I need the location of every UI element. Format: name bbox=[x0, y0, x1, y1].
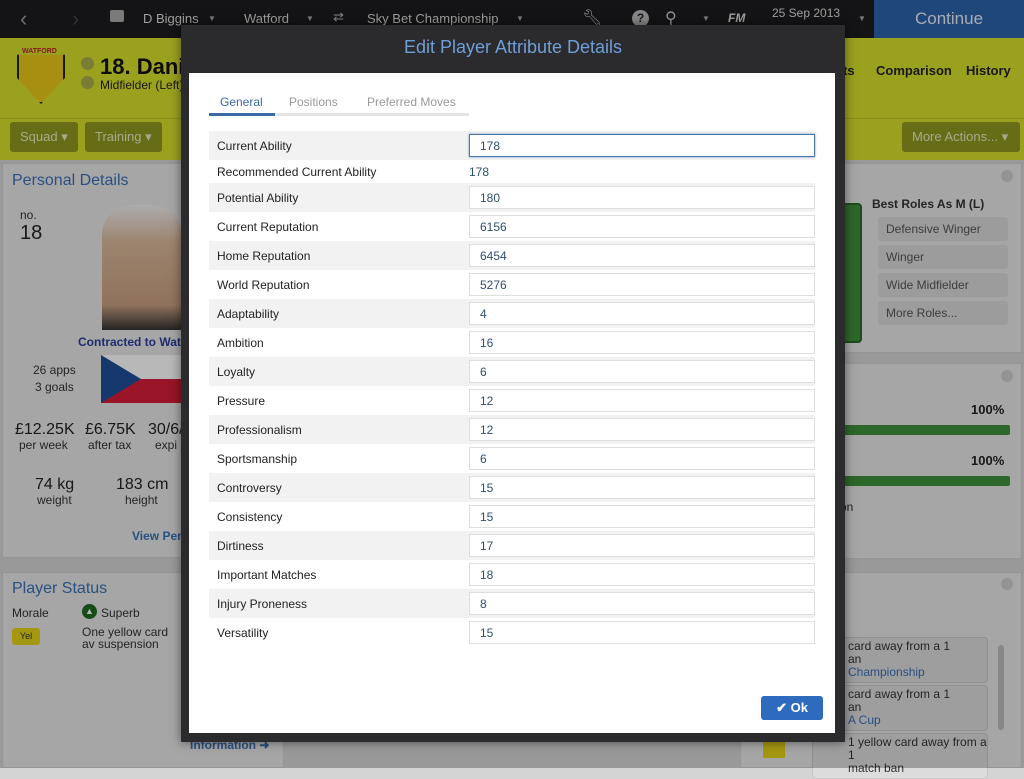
attribute-input[interactable]: 6 bbox=[469, 360, 815, 383]
attribute-input[interactable]: 6454 bbox=[469, 244, 815, 267]
attribute-label: Recommended Current Ability bbox=[217, 165, 377, 179]
attribute-label: Home Reputation bbox=[217, 249, 311, 263]
attribute-row: Professionalism 12 bbox=[209, 415, 815, 444]
attribute-row: Dirtiness 17 bbox=[209, 531, 815, 560]
attribute-row: Current Ability 178 bbox=[209, 131, 815, 160]
attribute-label: Pressure bbox=[217, 394, 266, 408]
attribute-value: 178 bbox=[469, 165, 490, 179]
attribute-input[interactable]: 5276 bbox=[469, 273, 815, 296]
attribute-input[interactable]: 180 bbox=[469, 186, 815, 209]
attribute-label: Current Ability bbox=[217, 139, 292, 153]
attribute-row: Controversy 15 bbox=[209, 473, 815, 502]
attribute-row: Adaptability 4 bbox=[209, 299, 815, 328]
attribute-label: World Reputation bbox=[217, 278, 310, 292]
attribute-label: Versatility bbox=[217, 626, 269, 640]
attribute-row: Injury Proneness 8 bbox=[209, 589, 815, 618]
tab-positions[interactable]: Positions bbox=[289, 95, 338, 109]
attribute-row: Current Reputation 6156 bbox=[209, 212, 815, 241]
attribute-label: Sportsmanship bbox=[217, 452, 298, 466]
attribute-label: Ambition bbox=[217, 336, 264, 350]
attribute-row: Versatility 15 bbox=[209, 618, 815, 647]
attribute-label: Potential Ability bbox=[217, 191, 299, 205]
attribute-input[interactable]: 6156 bbox=[469, 215, 815, 238]
attribute-input[interactable]: 178 bbox=[469, 134, 815, 157]
attribute-input[interactable]: 17 bbox=[469, 534, 815, 557]
attribute-label: Loyalty bbox=[217, 365, 256, 379]
attribute-row: World Reputation 5276 bbox=[209, 270, 815, 299]
dialog-title: Edit Player Attribute Details bbox=[403, 37, 623, 57]
attribute-input[interactable]: 4 bbox=[469, 302, 815, 325]
attribute-label: Professionalism bbox=[217, 423, 302, 437]
attribute-input[interactable]: 15 bbox=[469, 621, 815, 644]
attribute-row: Recommended Current Ability 178 bbox=[209, 160, 815, 183]
attribute-input[interactable]: 12 bbox=[469, 418, 815, 441]
attribute-input[interactable]: 8 bbox=[469, 592, 815, 615]
edit-player-dialog: Edit Player Attribute Details General Po… bbox=[181, 25, 845, 742]
attribute-row: Sportsmanship 6 bbox=[209, 444, 815, 473]
attribute-row: Potential Ability 180 bbox=[209, 183, 815, 212]
attribute-row: Pressure 12 bbox=[209, 386, 815, 415]
attribute-label: Adaptability bbox=[217, 307, 280, 321]
attribute-row: Important Matches 18 bbox=[209, 560, 815, 589]
tab-preferred-moves[interactable]: Preferred Moves bbox=[367, 95, 456, 109]
attribute-row: Ambition 16 bbox=[209, 328, 815, 357]
tab-general[interactable]: General bbox=[220, 95, 263, 109]
attribute-label: Current Reputation bbox=[217, 220, 319, 234]
attribute-row: Home Reputation 6454 bbox=[209, 241, 815, 270]
attribute-input[interactable]: 15 bbox=[469, 476, 815, 499]
attribute-label: Injury Proneness bbox=[217, 597, 308, 611]
active-tab-indicator bbox=[209, 113, 275, 116]
attribute-input[interactable]: 16 bbox=[469, 331, 815, 354]
attribute-row: Consistency 15 bbox=[209, 502, 815, 531]
attribute-input[interactable]: 12 bbox=[469, 389, 815, 412]
ok-button[interactable]: ✔ Ok bbox=[761, 696, 823, 720]
attribute-input[interactable]: 6 bbox=[469, 447, 815, 470]
attribute-label: Consistency bbox=[217, 510, 283, 524]
attribute-label: Dirtiness bbox=[217, 539, 264, 553]
checkmark-icon: ✔ bbox=[776, 700, 787, 715]
attribute-label: Important Matches bbox=[217, 568, 317, 582]
attribute-label: Controversy bbox=[217, 481, 282, 495]
attribute-input[interactable]: 18 bbox=[469, 563, 815, 586]
attribute-row: Loyalty 6 bbox=[209, 357, 815, 386]
attribute-input[interactable]: 15 bbox=[469, 505, 815, 528]
dialog-body: General Positions Preferred Moves Curren… bbox=[189, 73, 835, 733]
